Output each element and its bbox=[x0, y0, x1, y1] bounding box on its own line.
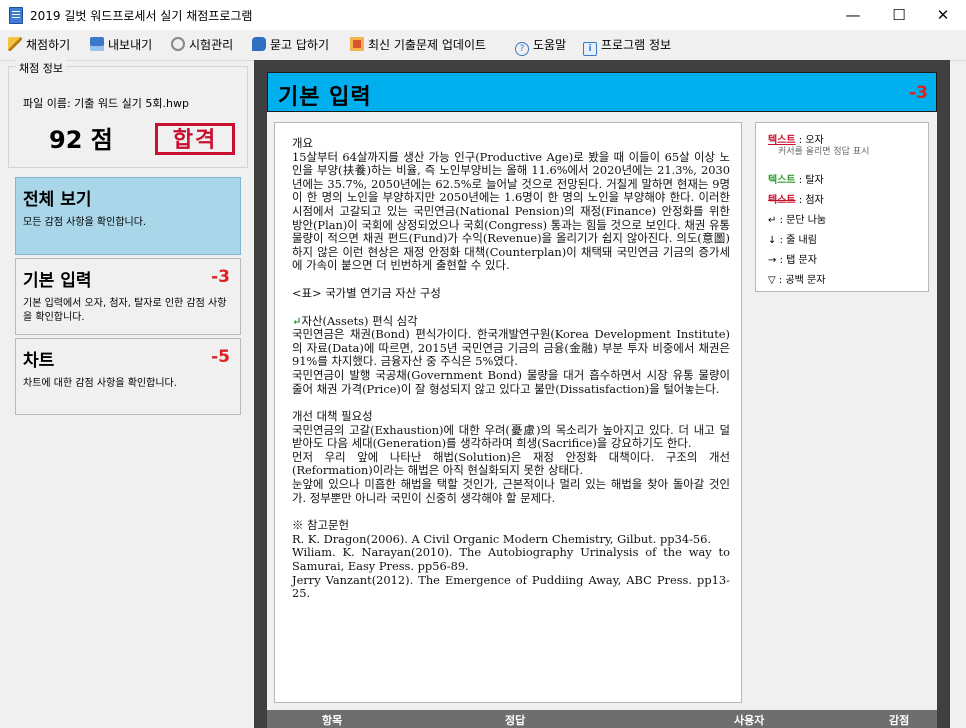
markup-legend: 텍스트 : 오자 커서를 올리면 정답 표시 텍스트 : 탈자 텍스트 : 첨자… bbox=[755, 122, 929, 292]
document-paragraph: 국민연금의 고갈(Exhaustion)에 대한 우려(憂慮)의 목소리가 높아… bbox=[292, 422, 730, 451]
legend-tooltip-hint: 커서를 올리면 정답 표시 bbox=[778, 147, 870, 157]
grade-button[interactable]: 채점하기 bbox=[8, 37, 70, 55]
help-icon: ? bbox=[515, 42, 529, 56]
document-paragraph: ↵자산(Assets) 편식 심각 bbox=[292, 313, 418, 328]
app-icon bbox=[9, 7, 23, 24]
update-icon bbox=[350, 37, 364, 51]
update-button[interactable]: 최신 기출문제 업데이트 bbox=[350, 37, 486, 55]
column-answer[interactable]: 정답 bbox=[505, 712, 525, 728]
qa-icon bbox=[252, 37, 266, 51]
close-button[interactable]: ✕ bbox=[920, 0, 966, 30]
document-paragraph: Jerry Vanzant(2012). The Emergence of Pu… bbox=[292, 572, 730, 601]
document-paragraph: 국민연금은 채권(Bond) 편식가이다. 한국개발연구원(Korea Deve… bbox=[292, 327, 730, 369]
paragraph-mark-icon: ↵ bbox=[768, 215, 777, 226]
detail-title: 기본 입력 bbox=[278, 84, 372, 110]
help-button[interactable]: ? 도움말 bbox=[515, 37, 566, 56]
legend-paragraph: ↵ : 문단 나눔 bbox=[768, 215, 827, 226]
info-icon: i bbox=[583, 42, 597, 56]
legend-tab: → : 탭 문자 bbox=[768, 255, 817, 266]
document-text: 개요 15살부터 64살까지를 생산 가능 인구(Productive Age)로… bbox=[292, 136, 730, 601]
document-paragraph: 눈앞에 있으나 미흡한 해법을 택할 것인가, 근본적이나 멀리 있는 해법을 … bbox=[292, 477, 730, 505]
category-penalty: -5 bbox=[211, 347, 230, 367]
qa-button[interactable]: 묻고 답하기 bbox=[252, 37, 329, 55]
maximize-button[interactable]: ☐ bbox=[876, 0, 922, 30]
score-info-group: 채점 정보 파일 이름: 기출 워드 실기 5회.hwp 92 점 합격 bbox=[8, 60, 248, 168]
category-penalty: -3 bbox=[211, 267, 230, 287]
category-title: 전체 보기 bbox=[23, 190, 92, 210]
category-description: 모든 감점 사항을 확인합니다. bbox=[23, 217, 147, 228]
tab-arrow-icon: → bbox=[768, 255, 777, 266]
legend-space: ▽ : 공백 문자 bbox=[768, 275, 826, 286]
column-penalty[interactable]: 감점 bbox=[889, 712, 909, 728]
space-triangle-icon: ▽ bbox=[768, 275, 776, 286]
legend-line-break: ↓ : 줄 내림 bbox=[768, 235, 817, 246]
file-name: 파일 이름: 기출 워드 실기 5회.hwp bbox=[23, 97, 189, 110]
pencil-icon bbox=[8, 37, 22, 51]
detail-penalty: -3 bbox=[909, 83, 928, 103]
category-description: 차트에 대한 감점 사항을 확인합니다. bbox=[23, 378, 177, 389]
deduction-grid-header: 항목 정답 사용자 감점 bbox=[267, 710, 937, 728]
detail-header: 기본 입력 -3 bbox=[267, 72, 937, 112]
column-user[interactable]: 사용자 bbox=[734, 712, 764, 728]
pass-stamp: 합격 bbox=[155, 123, 235, 155]
category-title: 차트 bbox=[23, 351, 55, 371]
title-bar: 2019 길벗 워드프로세서 실기 채점프로그램 — ☐ ✕ bbox=[0, 0, 966, 30]
legend-extra: 텍스트 : 첨자 bbox=[768, 195, 824, 206]
category-card-chart[interactable]: 차트 -5 차트에 대한 감점 사항을 확인합니다. bbox=[15, 338, 241, 415]
document-paragraph: ※ 참고문헌 bbox=[292, 518, 349, 533]
minimize-button[interactable]: — bbox=[830, 0, 876, 30]
window-title: 2019 길벗 워드프로세서 실기 채점프로그램 bbox=[30, 9, 253, 23]
category-title: 기본 입력 bbox=[23, 271, 92, 291]
exam-icon bbox=[171, 37, 185, 51]
document-paragraph: 15살부터 64살까지를 생산 가능 인구(Productive Age)로 봤… bbox=[292, 149, 730, 273]
legend-missing: 텍스트 : 탈자 bbox=[768, 175, 824, 186]
exam-manage-button[interactable]: 시험관리 bbox=[171, 37, 233, 55]
line-break-icon: ↓ bbox=[768, 235, 777, 246]
export-icon bbox=[90, 37, 104, 51]
export-button[interactable]: 내보내기 bbox=[90, 37, 152, 55]
category-card-basic-input[interactable]: 기본 입력 -3 기본 입력에서 오자, 첨자, 탈자로 인한 감점 사항을 확… bbox=[15, 258, 241, 335]
document-paragraph: Wiliam. K. Narayan(2010). The Autobiogra… bbox=[292, 545, 730, 574]
document-paragraph: <표> 국가별 연기금 자산 구성 bbox=[292, 285, 441, 300]
category-description: 기본 입력에서 오자, 첨자, 탈자로 인한 감점 사항을 확인합니다. bbox=[23, 298, 227, 323]
toolbar: 채점하기 내보내기 시험관리 묻고 답하기 최신 기출문제 업데이트 ? 도움말 … bbox=[0, 30, 966, 61]
category-card-all[interactable]: 전체 보기 모든 감점 사항을 확인합니다. bbox=[15, 177, 241, 255]
document-paragraph: 개선 대책 필요성 bbox=[292, 409, 373, 424]
paragraph-mark-icon: ↵ bbox=[292, 313, 302, 328]
column-item[interactable]: 항목 bbox=[322, 712, 342, 728]
document-paragraph: 국민연금이 발행 국공채(Government Bond) 물량을 대거 흡수하… bbox=[292, 367, 730, 396]
program-info-button[interactable]: i 프로그램 정보 bbox=[583, 37, 671, 56]
document-paragraph: 개요 bbox=[292, 136, 313, 150]
document-paragraph: R. K. Dragon(2006). A Civil Organic Mode… bbox=[292, 531, 712, 546]
score-info-legend: 채점 정보 bbox=[16, 60, 66, 76]
document-view[interactable]: 개요 15살부터 64살까지를 생산 가능 인구(Productive Age)로… bbox=[274, 122, 742, 703]
document-paragraph: 먼저 우리 앞에 나타난 해법(Solution)은 재정 안정화 대책이다. … bbox=[292, 449, 730, 478]
total-score: 92 점 bbox=[49, 126, 113, 154]
